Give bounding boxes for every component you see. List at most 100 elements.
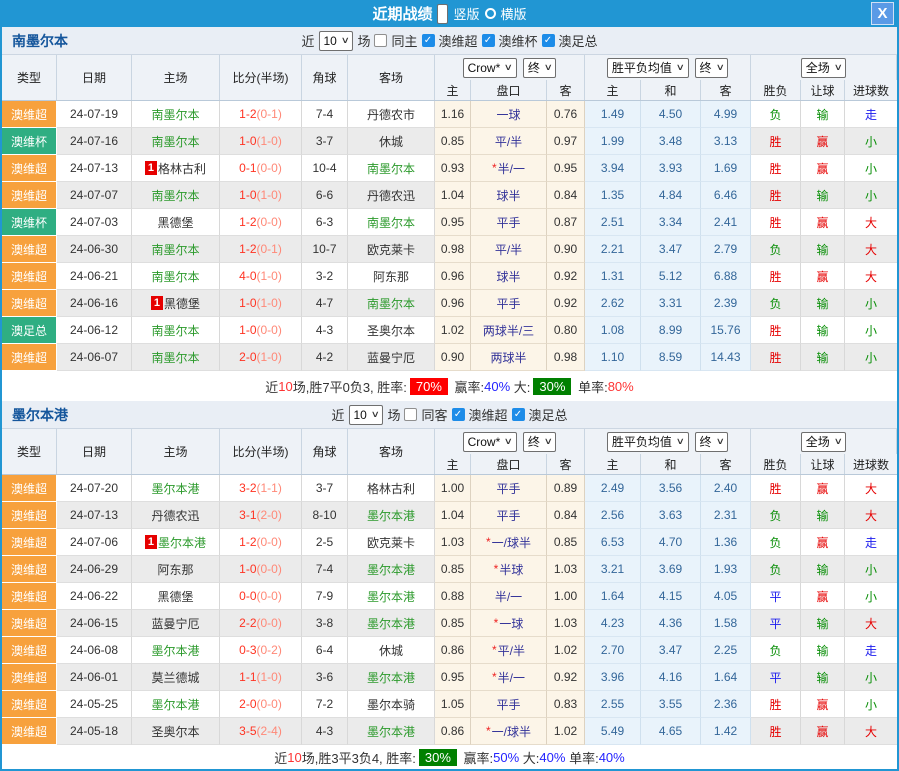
cell-corners: 3-7	[302, 128, 348, 155]
cell-corners: 7-9	[302, 583, 348, 610]
cell-odds-away: 1.03	[547, 610, 585, 637]
cell-result-handicap: 输	[801, 182, 845, 209]
cell-handicap: 平手	[471, 290, 547, 317]
cell-avg-draw: 4.65	[641, 718, 701, 745]
cell-avg-draw: 4.70	[641, 529, 701, 556]
odds-stage-select[interactable]: 终∨	[523, 432, 557, 452]
score-fulltime: 3-5	[239, 724, 256, 738]
score-fulltime: 2-0	[239, 697, 256, 711]
score-halftime: (0-0)	[257, 535, 282, 549]
odds-source-select[interactable]: Crow*∨	[463, 58, 517, 78]
scope-select[interactable]: 全场∨	[801, 432, 847, 452]
league-checkbox[interactable]: ✓	[481, 34, 494, 47]
cell-handicap: 平手	[471, 209, 547, 236]
cell-avg-draw: 3.63	[641, 502, 701, 529]
league-checkbox[interactable]: ✓	[451, 408, 464, 421]
cell-avg-home: 1.99	[585, 128, 641, 155]
avg-stage-select[interactable]: 终∨	[695, 58, 729, 78]
cell-date: 24-05-18	[57, 718, 132, 745]
cell-result-handicap: 赢	[801, 263, 845, 290]
cell-handicap: 两球半	[471, 344, 547, 371]
odds-stage-select[interactable]: 终∨	[523, 58, 557, 78]
odds-source-select[interactable]: Crow*∨	[463, 432, 517, 452]
recent-count-select[interactable]: 10∨	[349, 405, 384, 425]
cell-handicap-text: 平/半	[498, 642, 525, 659]
portrait-radio-label[interactable]: 竖版	[453, 4, 479, 23]
column-header: 主场	[132, 429, 220, 474]
cell-away-team: 墨尔本骑	[348, 691, 435, 718]
cell-odds-away: 1.02	[547, 637, 585, 664]
league-label: 澳足总	[559, 31, 598, 50]
scope-select[interactable]: 全场∨	[801, 58, 847, 78]
cell-avg-home: 2.55	[585, 691, 641, 718]
cell-handicap: 球半	[471, 263, 547, 290]
sub-column-header: 盘口	[471, 80, 547, 100]
score-fulltime: 0-3	[239, 643, 256, 657]
cell-score: 1-0(1-0)	[220, 128, 302, 155]
avg-stage-select[interactable]: 终∨	[695, 432, 729, 452]
cell-odds-away: 0.80	[547, 317, 585, 344]
cell-avg-away: 14.43	[701, 344, 751, 371]
score-halftime: (1-0)	[257, 350, 282, 364]
cell-date: 24-07-19	[57, 101, 132, 128]
cell-away-team: 南墨尔本	[348, 290, 435, 317]
league-checkbox[interactable]: ✓	[512, 408, 525, 421]
column-header: 比分(半场)	[220, 429, 302, 474]
cell-avg-away: 15.76	[701, 317, 751, 344]
cell-odds-home: 1.16	[435, 101, 471, 128]
recent-count-select[interactable]: 10∨	[318, 31, 353, 51]
cell-home-team: 1黑德堡	[132, 290, 220, 317]
sub-column-header: 主	[435, 454, 471, 474]
cell-date: 24-07-07	[57, 182, 132, 209]
summary-segment: 单率:	[574, 377, 607, 396]
cell-avg-away: 1.42	[701, 718, 751, 745]
landscape-radio-label[interactable]: 横版	[501, 4, 527, 23]
sub-column-header: 客	[547, 80, 585, 100]
same-venue-checkbox[interactable]	[374, 34, 387, 47]
cell-home-team-label: 黑德堡	[157, 214, 193, 231]
cell-home-team-label: 南墨尔本	[151, 349, 199, 366]
cell-result-goals: 大	[845, 475, 897, 502]
league-checkbox[interactable]: ✓	[542, 34, 555, 47]
cell-odds-away: 0.85	[547, 529, 585, 556]
scope-select-value: 全场	[806, 433, 830, 450]
cell-handicap-text: 平/半	[495, 133, 522, 150]
cell-league-type: 澳维超	[2, 637, 57, 664]
cell-league-type: 澳维杯	[2, 209, 57, 236]
same-venue-checkbox[interactable]	[404, 408, 417, 421]
cell-handicap: *一/球半	[471, 718, 547, 745]
score-fulltime: 1-0	[239, 323, 256, 337]
cell-away-team: 墨尔本港	[348, 583, 435, 610]
scope-select-chevron-down-icon: ∨	[833, 62, 842, 73]
score-halftime: (2-0)	[257, 508, 282, 522]
cell-odds-home: 1.04	[435, 502, 471, 529]
table-body: 澳维超24-07-19南墨尔本1-2(0-1)7-4丹德农市1.16一球0.76…	[2, 101, 897, 371]
cell-home-team: 阿东那	[132, 556, 220, 583]
cell-result-wdl: 负	[751, 290, 801, 317]
cell-odds-home: 0.96	[435, 290, 471, 317]
cell-result-handicap: 输	[801, 502, 845, 529]
league-checkbox[interactable]: ✓	[421, 34, 434, 47]
cell-odds-away: 0.89	[547, 475, 585, 502]
score-fulltime: 1-0	[239, 296, 256, 310]
sub-column-header: 客	[547, 454, 585, 474]
cell-away-team: 墨尔本港	[348, 556, 435, 583]
avg-source-select[interactable]: 胜平负均值∨	[607, 58, 689, 78]
score-fulltime: 0-1	[239, 161, 256, 175]
cell-corners: 10-7	[302, 236, 348, 263]
match-row: 澳维杯24-07-16南墨尔本1-0(1-0)3-7休城0.85平/半0.971…	[2, 128, 897, 155]
close-button[interactable]: X	[871, 2, 894, 25]
portrait-radio[interactable]	[437, 4, 448, 24]
cell-handicap: 平手	[471, 691, 547, 718]
avg-source-select[interactable]: 胜平负均值∨	[607, 432, 689, 452]
cell-avg-draw: 3.47	[641, 637, 701, 664]
cell-avg-home: 1.10	[585, 344, 641, 371]
cell-avg-home: 1.35	[585, 182, 641, 209]
landscape-radio[interactable]	[485, 8, 496, 19]
avg-stage-select-chevron-down-icon: ∨	[715, 62, 724, 73]
cell-home-team: 丹德农迅	[132, 502, 220, 529]
cell-avg-home: 3.96	[585, 664, 641, 691]
cell-odds-home: 0.90	[435, 344, 471, 371]
cell-result-goals: 大	[845, 610, 897, 637]
cell-corners: 4-7	[302, 290, 348, 317]
